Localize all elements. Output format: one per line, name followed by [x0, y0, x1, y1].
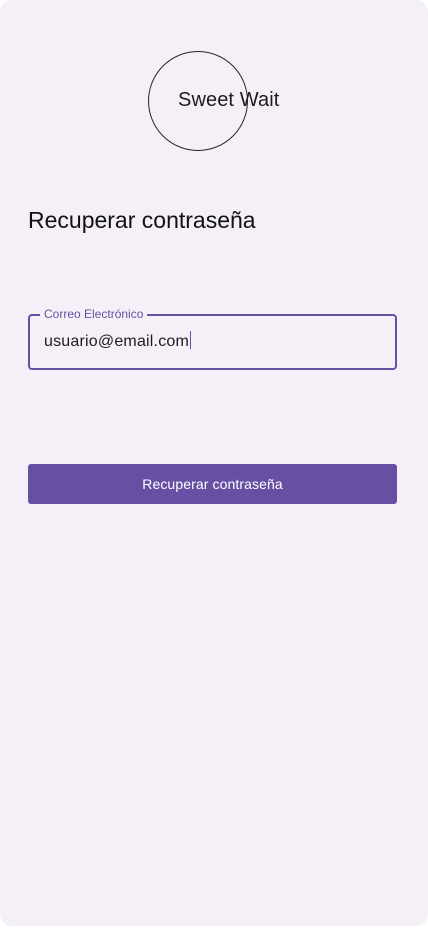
text-caret: [190, 331, 192, 349]
email-input[interactable]: usuario@email.com: [44, 331, 192, 351]
email-field-label: Correo Electrónico: [40, 307, 148, 321]
app-logo-text: Sweet Wait: [178, 89, 280, 111]
page-title: Recuperar contraseña: [28, 207, 256, 233]
email-input-value: usuario@email.com: [44, 333, 190, 350]
email-field[interactable]: Correo Electrónico usuario@email.com: [28, 307, 397, 370]
recover-password-button[interactable]: Recuperar contraseña: [28, 464, 397, 504]
recover-password-screen: Sweet Wait Recuperar contraseña Correo E…: [0, 0, 428, 926]
